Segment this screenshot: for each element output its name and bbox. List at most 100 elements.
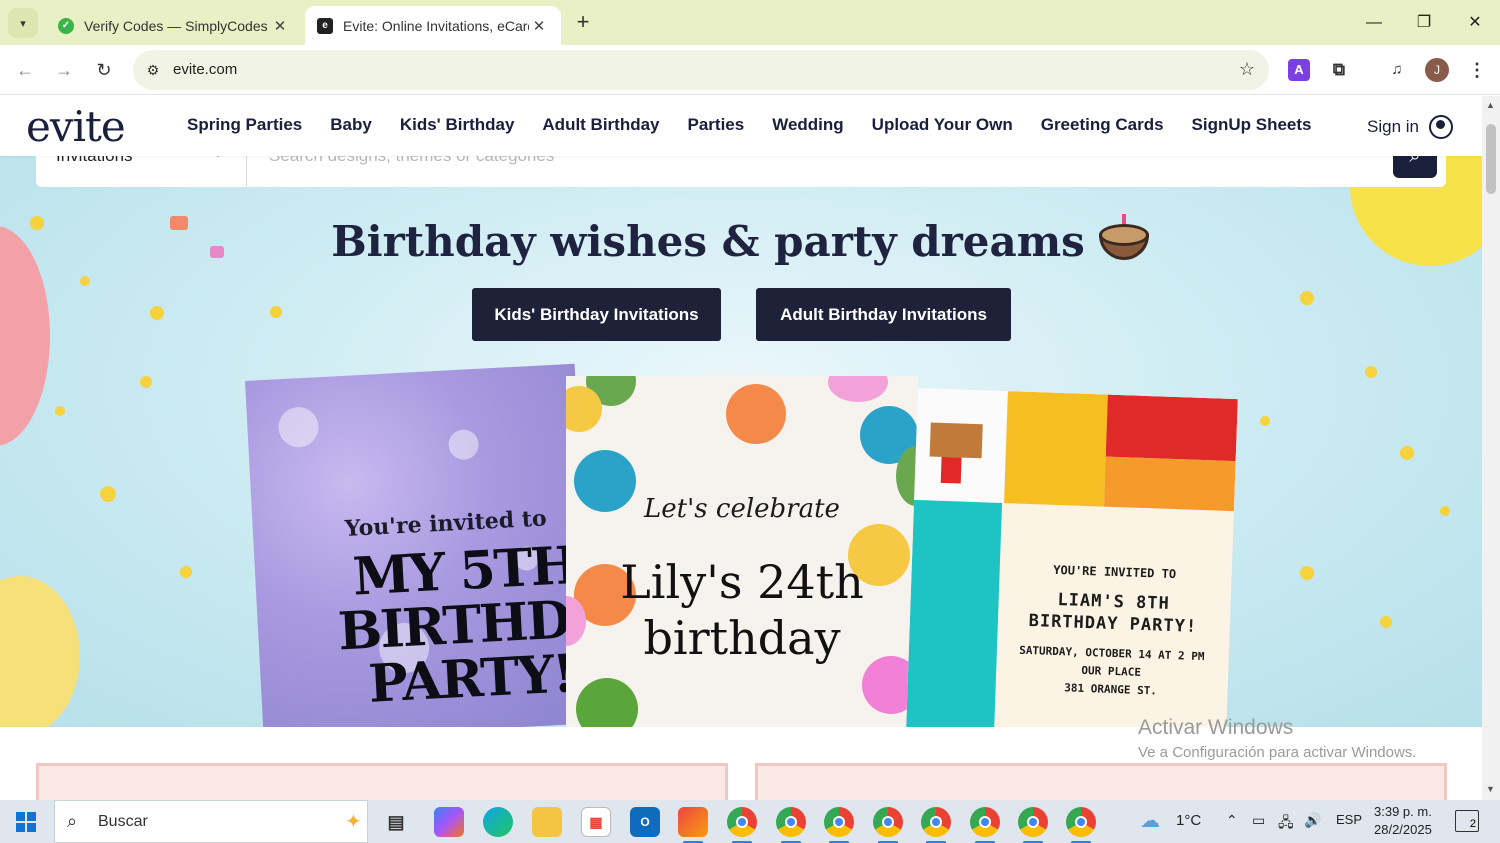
dot-decoration [576,678,638,727]
confetti-decoration [100,486,116,502]
nav-baby[interactable]: Baby [316,115,386,135]
scrollbar-thumb[interactable] [1486,124,1496,194]
nav-signup-sheets[interactable]: SignUp Sheets [1178,115,1326,135]
chrome-profile-icon[interactable] [970,807,1000,843]
restore-button[interactable]: ❐ [1404,8,1444,38]
nav-greeting-cards[interactable]: Greeting Cards [1027,115,1178,135]
chrome-profile-icon[interactable] [824,807,854,843]
address-bar[interactable]: ⚙ evite.com ☆ [133,50,1269,90]
nav-spring-parties[interactable]: Spring Parties [173,115,316,135]
language-indicator[interactable]: ESP [1336,812,1362,827]
tab-simplycodes[interactable]: ✓ Verify Codes — SimplyCodes ✕ [46,6,302,45]
reload-button[interactable]: ↻ [91,57,117,83]
close-window-button[interactable]: ✕ [1455,8,1495,38]
microsoft-store-icon[interactable]: ▦ [581,807,611,837]
edge-browser-icon[interactable] [483,807,513,837]
extension-icon[interactable]: A [1288,59,1310,81]
confetti-decoration [1400,446,1414,460]
invitation-card-pixel[interactable]: YOU'RE INVITED TO LIAM'S 8TH BIRTHDAY PA… [905,388,1238,727]
hero-banner: Birthday wishes & party dreams Kids' Bir… [0,156,1482,727]
forward-button[interactable]: → [51,57,77,83]
network-icon[interactable]: 🖧 [1278,812,1294,836]
search-icon: ⌕ [67,811,78,831]
weather-cloud-icon[interactable]: ☁ [1140,808,1160,833]
clock-time: 3:39 p. m. [1374,804,1432,819]
evite-logo[interactable]: evite [26,102,126,151]
chrome-profile-icon[interactable] [1066,807,1096,843]
balloon-decoration [0,576,80,727]
pixel-sword-decoration [905,499,1003,727]
site-settings-icon[interactable]: ⚙ [143,60,163,80]
card1-party-text: MY 5TH BIRTHDAY PARTY! [336,534,594,715]
windows-taskbar: ⌕ Buscar ✦ ▤ ▦ O ☁ 1°C ⌃ ▭ 🖧 🔊 ESP 3:39 … [0,800,1500,843]
volume-icon[interactable]: 🔊 [1304,812,1321,829]
sparkle-decoration [447,428,480,461]
copilot-app-icon[interactable] [434,807,464,837]
nav-parties[interactable]: Parties [674,115,759,135]
nav-kids-birthday[interactable]: Kids' Birthday [386,115,529,135]
chrome-profile-icon[interactable] [1018,807,1048,843]
confetti-decoration [140,376,152,388]
confetti-decoration [1260,416,1270,426]
confetti-decoration [270,306,282,318]
dot-decoration [828,376,888,402]
back-button[interactable]: ← [12,57,38,83]
invitation-card-glitter[interactable]: You're invited to MY 5TH BIRTHDAY PARTY! [245,363,594,727]
meet-icon[interactable]: ▭ [1252,812,1265,829]
scroll-up-icon[interactable]: ▲ [1486,100,1495,110]
bookmark-star-icon[interactable]: ☆ [1239,59,1255,80]
sign-in-link[interactable]: Sign in [1367,115,1453,139]
url-text: evite.com [173,61,238,78]
windows-start-icon[interactable] [16,812,36,832]
taskbar-clock[interactable]: 3:39 p. m. 28/2/2025 [1374,803,1432,839]
simplycodes-favicon-icon: ✓ [58,17,74,34]
nav-wedding[interactable]: Wedding [758,115,857,135]
tray-chevron-icon[interactable]: ⌃ [1226,812,1238,829]
close-icon[interactable]: ✕ [529,17,549,35]
extensions-puzzle-icon[interactable]: ⧉ [1328,59,1350,81]
weather-temperature[interactable]: 1°C [1176,812,1201,829]
hero-title-text: Birthday wishes & party dreams [331,217,1085,266]
kids-birthday-invitations-button[interactable]: Kids' Birthday Invitations [472,288,721,341]
tab-search-button[interactable]: ▾ [8,8,38,38]
notification-center-icon[interactable]: 2 [1455,810,1479,832]
confetti-decoration [1380,616,1392,628]
close-icon[interactable]: ✕ [270,17,290,35]
chrome-profile-icon[interactable] [727,807,757,843]
tab-evite[interactable]: e Evite: Online Invitations, eCards ✕ [305,6,561,45]
minimize-button[interactable]: — [1354,8,1394,38]
new-tab-button[interactable]: + [570,10,596,36]
chrome-profile-icon[interactable] [776,807,806,843]
watermark-title: Activar Windows [1138,716,1294,739]
tab-title: Verify Codes — SimplyCodes [84,17,268,34]
media-control-icon[interactable]: ♫ [1386,59,1408,81]
confetti-decoration [150,306,164,320]
scroll-down-icon[interactable]: ▼ [1486,784,1495,794]
promo-card[interactable] [36,763,728,800]
confetti-decoration [1440,506,1450,516]
hero-title: Birthday wishes & party dreams [0,214,1482,266]
confetti-decoration [1300,291,1314,305]
notification-count: 2 [1469,818,1476,830]
invitation-card-dots[interactable]: Let's celebrate Lily's 24th birthday [566,376,918,727]
taskbar-search-box[interactable]: ⌕ Buscar ✦ [54,800,368,843]
nav-upload-your-own[interactable]: Upload Your Own [858,115,1027,135]
clock-date: 28/2/2025 [1374,822,1432,837]
app-icon[interactable] [678,807,708,843]
chrome-profile-icon[interactable] [921,807,951,843]
page-scrollbar[interactable]: ▲ ▼ [1482,96,1500,800]
menu-dots-icon[interactable]: ⋮ [1466,59,1488,81]
promo-card[interactable] [755,763,1447,800]
card3-party-text: LIAM'S 8TH BIRTHDAY PARTY! [1028,590,1198,637]
adult-birthday-invitations-button[interactable]: Adult Birthday Invitations [756,288,1011,341]
file-explorer-icon[interactable] [532,807,562,837]
task-view-icon[interactable]: ▤ [381,807,411,837]
confetti-decoration [1365,366,1377,378]
profile-avatar[interactable]: J [1425,58,1449,82]
pixel-chicken-decoration [940,456,962,484]
pixel-hearts-decoration [1105,394,1238,462]
card1-invited-text: You're invited to [344,505,548,542]
nav-adult-birthday[interactable]: Adult Birthday [528,115,673,135]
outlook-icon[interactable]: O [630,807,660,837]
chrome-profile-icon[interactable] [873,807,903,843]
